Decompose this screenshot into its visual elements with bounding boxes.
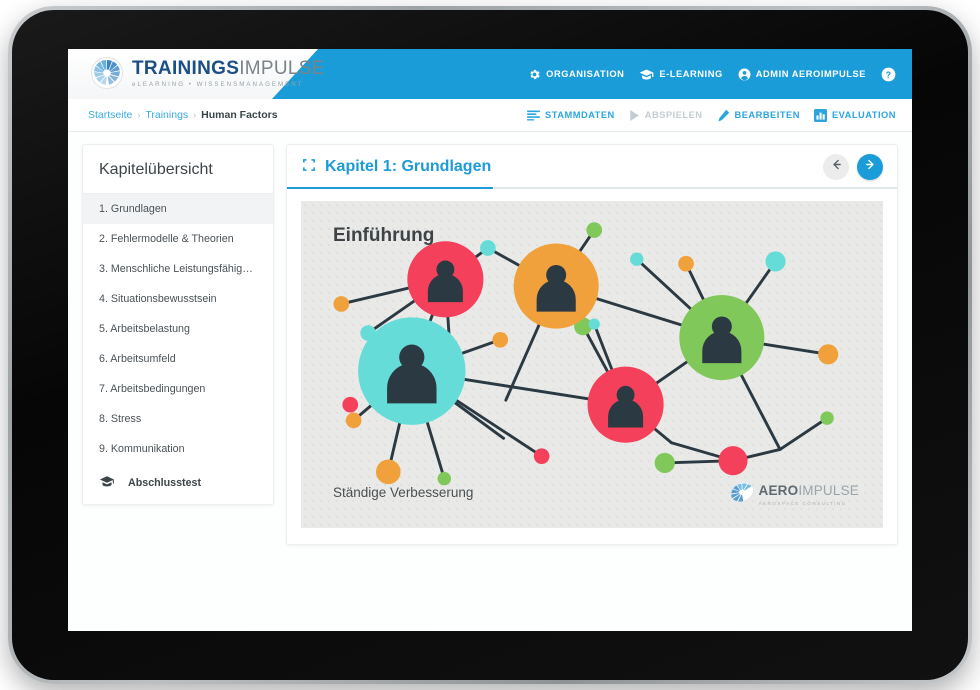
breadcrumb-current: Human Factors [201,109,278,121]
breadcrumb-separator-2: › [193,110,197,120]
sidebar-item-chapter-7[interactable]: 7. Arbeitsbedingungen [83,374,273,404]
svg-text:?: ? [886,69,892,79]
expand-fullscreen-icon[interactable] [303,158,315,176]
breadcrumb: Startseite › Trainings › Human Factors [88,109,278,121]
slide-title: Einführung [333,225,435,246]
sidebar-item-abschlusstest[interactable]: Abschlusstest [83,464,273,504]
brand-title-light: IMPULSE [239,58,325,80]
sidebar-item-chapter-9[interactable]: 9. Kommunikation [83,434,273,464]
next-slide-button[interactable] [857,154,883,180]
chapter-content-header: Kapitel 1: Grundlagen [287,145,897,189]
nav-label-elearning: E-LEARNING [659,69,723,79]
sidebar-item-chapter-1[interactable]: 1. Grundlagen [83,194,273,224]
nav-item-help[interactable]: ? [881,67,896,82]
sidebar-title: Kapitelübersicht [83,145,273,194]
action-label-bearbeiten: BEARBEITEN [734,110,800,120]
brand-title: TRAININGSIMPULSE [132,58,325,79]
aeroimpulse-logo-bold: AERO [758,482,799,498]
action-bearbeiten[interactable]: BEARBEITEN [717,109,800,122]
abschlusstest-label: Abschlusstest [128,477,202,489]
brand-title-bold: TRAININGS [132,58,240,80]
play-icon [629,109,640,121]
user-circle-icon [738,68,751,81]
brand-tagline: eLEARNING • WISSENSMANAGEMENT [132,81,304,89]
sidebar-item-chapter-8[interactable]: 8. Stress [83,404,273,434]
sidebar-item-chapter-3[interactable]: 3. Menschliche Leistungsfähigkeit [83,254,273,284]
page-title: Kapitel 1: Grundlagen [325,158,492,175]
graduation-cap-icon [99,475,115,491]
graduation-cap-icon [639,68,654,81]
sidebar-item-chapter-2[interactable]: 2. Fehlermodelle & Theorien [83,224,273,254]
breadcrumb-separator: › [137,110,141,120]
aeroimpulse-logo-title: AEROIMPULSE [759,483,859,498]
previous-slide-button[interactable] [823,154,849,180]
brand-logo[interactable]: TRAININGSIMPULSE eLEARNING • WISSENSMANA… [90,56,325,90]
nav-item-elearning[interactable]: E-LEARNING [639,68,722,81]
arrow-left-icon [830,158,843,176]
help-circle-icon: ? [881,67,896,82]
action-label-evaluation: EVALUATION [831,110,896,120]
action-abspielen[interactable]: ABSPIELEN [629,109,703,121]
chapter-overview-panel: Kapitelübersicht 1. Grundlagen 2. Fehler… [82,144,274,505]
top-navigation: ORGANISATION E-LEARNING ADMIN AEROIMPULS… [528,49,896,99]
nav-item-admin[interactable]: ADMIN AEROIMPULSE [738,68,866,81]
pencil-icon [717,109,730,122]
slide-viewer[interactable]: Einführung Ständige Verbesserung AEROIMP… [301,201,883,528]
sidebar-item-chapter-4[interactable]: 4. Situationsbewusstsein [83,284,273,314]
aeroimpulse-logo: AEROIMPULSE AEROSPACE CONSULTING [729,479,859,510]
app-header: TRAININGSIMPULSE eLEARNING • WISSENSMANA… [68,49,912,99]
tablet-screen: TRAININGSIMPULSE eLEARNING • WISSENSMANA… [68,49,912,631]
aeroimpulse-swirl-icon [729,479,755,510]
aeroimpulse-logo-sub: AEROSPACE CONSULTING [758,500,847,506]
sidebar-item-chapter-5[interactable]: 5. Arbeitsbelastung [83,314,273,344]
slide-navigation [823,154,883,180]
action-label-stammdaten: STAMMDATEN [545,110,615,120]
action-label-abspielen: ABSPIELEN [644,110,703,120]
nav-item-organisation[interactable]: ORGANISATION [528,68,624,81]
action-stammdaten[interactable]: STAMMDATEN [527,109,615,121]
action-evaluation[interactable]: EVALUATION [813,108,896,122]
header-underline [287,187,897,189]
bar-chart-icon [813,108,827,122]
arrow-right-icon [864,158,877,176]
gear-icon [528,68,541,81]
aeroimpulse-logo-light: IMPULSE [798,482,859,498]
breadcrumb-bar: Startseite › Trainings › Human Factors S… [68,99,912,132]
slide-caption: Ständige Verbesserung [333,485,474,500]
nav-label-organisation: ORGANISATION [546,69,625,79]
breadcrumb-trainings[interactable]: Trainings [145,109,188,121]
swirl-logo-icon [90,56,124,90]
chapter-content-panel: Kapitel 1: Grundlagen Einführung Ständig… [286,144,898,545]
nav-label-admin: ADMIN AEROIMPULSE [755,69,866,79]
app-body: Kapitelübersicht 1. Grundlagen 2. Fehler… [68,132,912,631]
action-toolbar: STAMMDATEN ABSPIELEN BEARBEITEN EVALUATI… [527,108,896,122]
breadcrumb-home[interactable]: Startseite [88,109,132,121]
sidebar-item-chapter-6[interactable]: 6. Arbeitsumfeld [83,344,273,374]
list-icon [527,109,541,121]
tablet-device-frame: TRAININGSIMPULSE eLEARNING • WISSENSMANA… [8,6,972,684]
